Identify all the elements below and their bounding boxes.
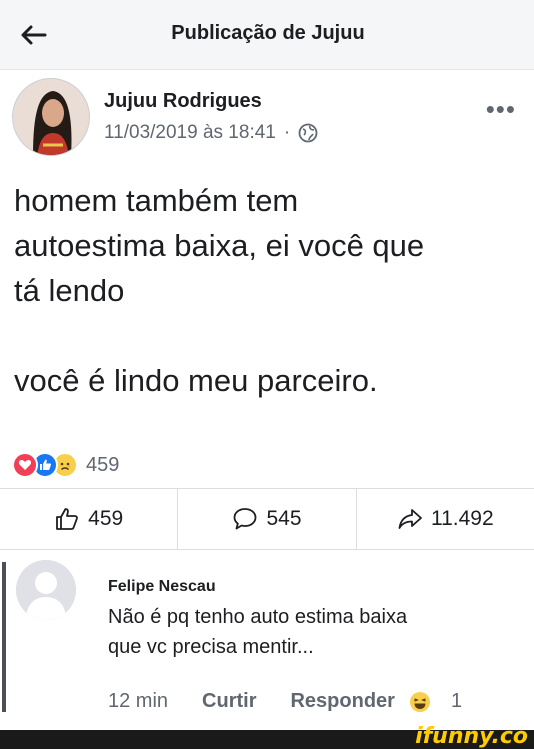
comment-bubble-icon (234, 508, 257, 530)
reactions-summary[interactable]: 459 (12, 450, 119, 480)
love-icon (12, 452, 38, 478)
reactions-count: 459 (86, 453, 120, 476)
page-title: Publicação de Jujuu (171, 22, 365, 44)
globe-icon (298, 123, 318, 143)
comment-focus-indicator (2, 562, 6, 712)
like-count: 459 (88, 507, 124, 530)
ifunny-watermark: ifunny.co (415, 724, 528, 749)
action-bar: 459 545 11.492 (0, 488, 534, 550)
comment-time: 12 min (108, 690, 169, 712)
comment-count: 545 (266, 507, 302, 530)
share-button[interactable]: 11.492 (355, 489, 534, 549)
post-header: Jujuu Rodrigues 11/03/2019 às 18:41 · ••… (0, 70, 534, 170)
author-name[interactable]: Jujuu Rodrigues (104, 90, 262, 113)
avatar-photo (13, 79, 89, 155)
comment-reply-button[interactable]: Responder (290, 690, 394, 713)
comment-like-button[interactable]: Curtir (202, 690, 256, 713)
thumbs-up-icon (56, 508, 79, 530)
post-text: homem também tem autoestima baixa, ei vo… (14, 183, 425, 398)
author-avatar[interactable] (12, 78, 90, 156)
comment: Felipe Nescau Não é pq tenho auto estima… (0, 550, 534, 730)
laugh-icon (409, 691, 430, 712)
comment-text: Não é pq tenho auto estima baixa que vc … (108, 606, 408, 658)
comment-actions: 12 min Curtir Responder 1 (108, 690, 462, 713)
post-meta: 11/03/2019 às 18:41 · (104, 122, 318, 144)
post-date[interactable]: 11/03/2019 às 18:41 (104, 122, 276, 144)
meta-separator: · (283, 122, 291, 143)
more-options-icon[interactable]: ••• (486, 96, 516, 122)
comment-author[interactable]: Felipe Nescau (108, 578, 216, 596)
share-count: 11.492 (430, 507, 494, 530)
like-button[interactable]: 459 (0, 489, 177, 549)
comment-avatar[interactable] (16, 560, 76, 620)
share-arrow-icon (398, 509, 422, 529)
default-profile-icon (16, 560, 76, 620)
top-bar: Publicação de Jujuu (0, 0, 534, 70)
comment-button[interactable]: 545 (177, 489, 355, 549)
comment-reaction-count: 1 (450, 690, 463, 712)
